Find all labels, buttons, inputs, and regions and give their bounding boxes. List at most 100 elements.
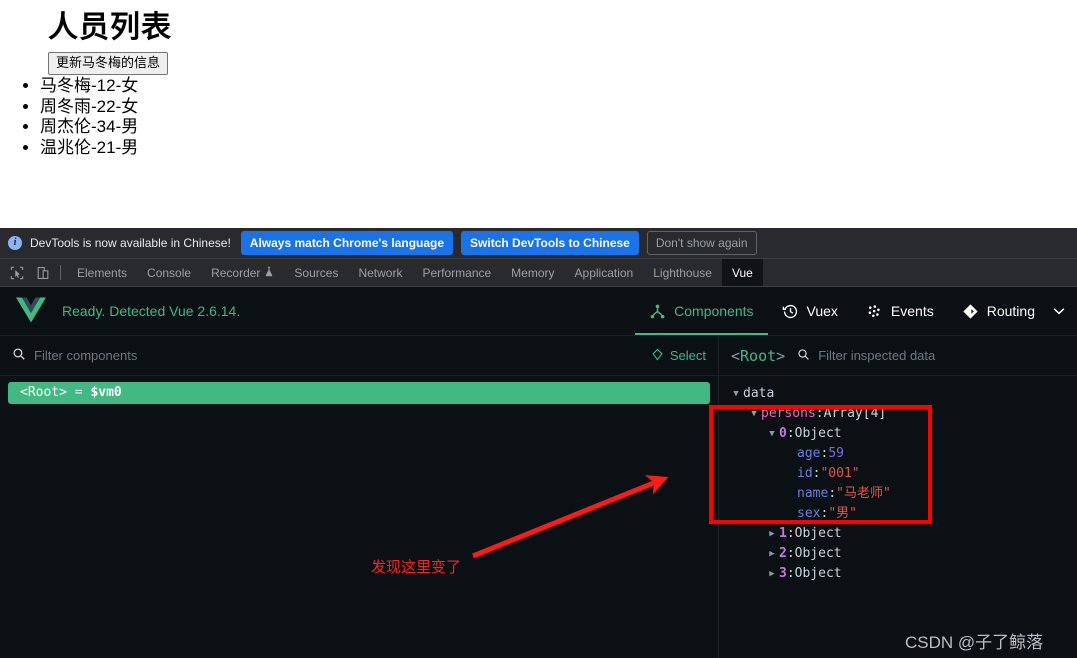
data-colon: : [812,466,821,481]
devtools-tab-vue[interactable]: Vue [721,259,763,286]
caret-down-icon[interactable]: ▼ [747,404,761,424]
tab-label: Performance [422,265,492,280]
inspected-data-toolbar: <Root> [719,336,1077,376]
caret-right-icon[interactable]: ▶ [765,564,779,584]
devtools-tab-sources[interactable]: Sources [284,259,348,286]
caret-right-icon[interactable]: ▶ [765,544,779,564]
devtools-tab-performance[interactable]: Performance [412,259,501,286]
toolbar-separator [60,265,61,280]
data-tree-row[interactable]: ▼ 0: Object [719,424,1077,444]
components-toolbar: Select [0,336,718,376]
devtools-tab-network[interactable]: Network [348,259,412,286]
filter-components-input[interactable] [34,348,643,363]
data-tree-row[interactable]: ▶ 2: Object [719,544,1077,564]
vue-nav-label: Components [674,303,754,319]
switch-devtools-chinese-button[interactable]: Switch DevTools to Chinese [461,231,639,255]
data-value: Object [794,566,842,581]
always-match-language-button[interactable]: Always match Chrome's language [240,231,454,255]
devtools-tab-console[interactable]: Console [137,259,201,286]
vue-status-text: Ready. Detected Vue 2.6.14. [62,303,241,319]
tab-label: Sources [294,265,339,280]
vue-panel-header: Ready. Detected Vue 2.6.14. Components Vu… [0,287,1077,336]
select-target-icon [651,348,664,364]
data-key: sex [797,506,821,521]
vue-panel-body: Select <Root> = $vm0 <Root> [0,336,1077,658]
data-key: id [797,466,813,481]
tab-label: Application [574,265,634,280]
events-dots-icon [866,303,883,320]
data-value: "001" [820,466,860,481]
data-tree-row[interactable]: ▼ persons: Array[4] [719,404,1077,424]
vue-logo-icon [16,296,46,327]
devtools-tab-application[interactable]: Application [565,259,644,286]
caret-right-icon[interactable]: ▶ [765,524,779,544]
vue-nav-label: Vuex [806,303,838,319]
caret-down-icon[interactable]: ▼ [729,384,743,404]
component-vm-ref: $vm0 [90,385,122,400]
data-value: Object [794,546,842,561]
data-tree-row[interactable]: ▶ 3: Object [719,564,1077,584]
data-colon: : [786,526,795,541]
data-colon: : [828,486,837,501]
data-tree-row[interactable]: age: 59 [719,444,1077,464]
vue-nav-events[interactable]: Events [852,287,948,335]
component-tree-row-root[interactable]: <Root> = $vm0 [8,382,710,404]
component-eq: = [74,385,83,400]
devtools-language-notification: i DevTools is now available in Chinese! … [0,228,1077,259]
tab-label: Recorder [211,265,261,280]
dont-show-again-button[interactable]: Don't show again [646,231,757,255]
vue-nav-components[interactable]: Components [635,287,768,335]
chevron-down-icon[interactable] [1049,287,1077,335]
data-colon: : [820,446,829,461]
select-component-button[interactable]: Select [651,348,706,364]
routing-diamond-icon [962,303,979,320]
data-value: Array[4] [823,406,887,421]
caret-down-icon[interactable]: ▼ [765,424,779,444]
page-title: 人员列表 [48,11,172,44]
component-tag: <Root> [20,385,67,400]
data-key: persons [761,406,816,421]
web-page-viewport: 人员列表 更新马冬梅的信息 马冬梅-12-女周冬雨-22-女周杰伦-34-男温兆… [0,0,1077,228]
person-list-item: 马冬梅-12-女 [40,76,138,97]
data-colon: : [786,546,795,561]
vue-nav-vuex[interactable]: Vuex [768,287,852,335]
person-list: 马冬梅-12-女周冬雨-22-女周杰伦-34-男温兆伦-21-男 [18,76,138,158]
data-key: 2 [779,546,787,561]
device-toolbar-icon[interactable] [30,259,56,286]
filter-inspected-data-input[interactable] [818,348,1065,363]
data-colon: : [820,506,829,521]
devtools-tab-memory[interactable]: Memory [501,259,564,286]
devtools-window: i DevTools is now available in Chinese! … [0,228,1077,658]
data-key: 1 [779,526,787,541]
vue-devtools-panel: Ready. Detected Vue 2.6.14. Components Vu… [0,287,1077,658]
data-colon: : [786,566,795,581]
devtools-tab-elements[interactable]: Elements [67,259,137,286]
data-tree-row[interactable]: name: "马老师" [719,484,1077,504]
tab-label: Memory [511,265,555,280]
devtools-tab-recorder[interactable]: Recorder [201,259,284,286]
info-icon: i [8,236,22,250]
data-tree-row[interactable]: id: "001" [719,464,1077,484]
select-label: Select [669,348,706,363]
inspected-data-pane: <Root> ▼data▼persons: Array[4]▼0: Object… [719,336,1077,658]
component-tree: <Root> = $vm0 [0,376,718,404]
data-tree-row[interactable]: ▼ data [719,384,1077,404]
data-colon: : [786,426,795,441]
tab-label: Elements [77,265,128,280]
vue-nav-tabs: Components Vuex Events Routing [635,287,1077,335]
flask-icon [264,266,274,280]
data-tree-row[interactable]: ▶ 1: Object [719,524,1077,544]
inspected-component-name: <Root> [731,346,786,365]
vue-nav-label: Events [890,303,934,319]
inspect-element-icon[interactable] [4,259,30,286]
person-list-item: 温兆伦-21-男 [40,138,138,159]
vue-nav-routing[interactable]: Routing [948,287,1049,335]
data-tree-row[interactable]: sex: "男" [719,504,1077,524]
search-icon [12,347,26,364]
data-key: name [797,486,829,501]
update-person-button[interactable]: 更新马冬梅的信息 [48,52,169,75]
devtools-tab-lighthouse[interactable]: Lighthouse [643,259,722,286]
tab-label: Lighthouse [653,265,712,280]
history-clock-icon [782,303,799,320]
data-value: "马老师" [836,486,891,501]
